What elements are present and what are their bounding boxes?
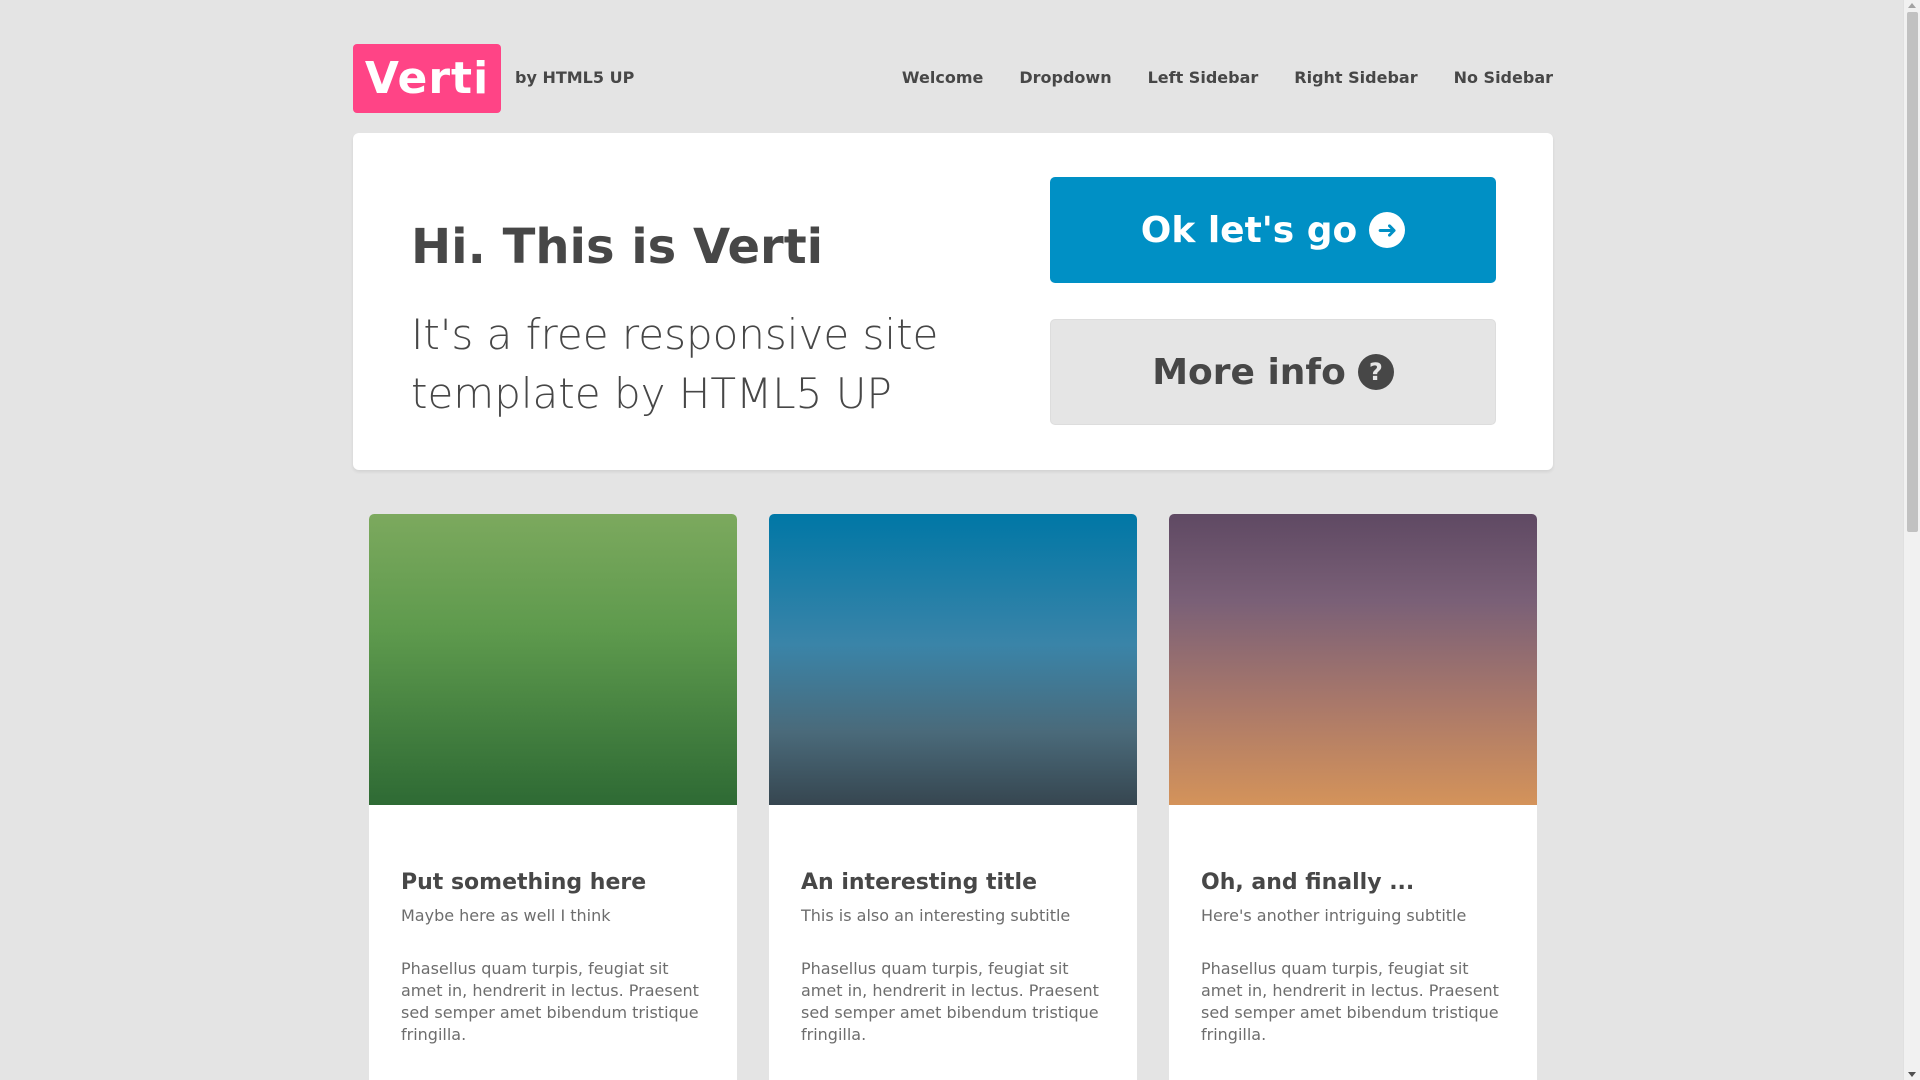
banner-subtitle: It's a free responsive site template by …: [411, 310, 939, 418]
card-subtitle: Here's another intriguing subtitle: [1201, 906, 1467, 925]
vertical-scrollbar[interactable]: [1903, 0, 1920, 1080]
logo-text: Verti: [364, 53, 490, 104]
card-title: Oh, and finally ...: [1201, 870, 1415, 895]
scroll-down-icon[interactable]: [1908, 1072, 1916, 1077]
nav-item-welcome[interactable]: Welcome: [902, 68, 983, 87]
nav-item-no-sidebar[interactable]: No Sidebar: [1454, 68, 1553, 87]
byline: by HTML5 UP: [515, 68, 635, 87]
main-nav: Welcome Dropdown Left Sidebar Right Side…: [866, 68, 1553, 87]
site-header: Verti by HTML5 UP Welcome Dropdown Left …: [353, 44, 1553, 113]
card-title: An interesting title: [801, 870, 1038, 895]
feature-card: An interesting title This is also an int…: [769, 514, 1137, 1080]
scroll-thumb[interactable]: [1907, 12, 1918, 532]
ok-lets-go-label: Ok let's go: [1140, 209, 1358, 251]
card-title: Put something here: [401, 870, 647, 895]
question-circle-icon: ?: [1357, 354, 1394, 390]
nav-item-right-sidebar[interactable]: Right Sidebar: [1294, 68, 1417, 87]
more-info-button[interactable]: More info ?: [1050, 319, 1496, 425]
ok-lets-go-button[interactable]: Ok let's go ➜: [1050, 177, 1496, 283]
feature-card: Put something here Maybe here as well I …: [369, 514, 737, 1080]
arrow-right-circle-icon: ➜: [1369, 212, 1406, 248]
nav-item-dropdown[interactable]: Dropdown: [1019, 68, 1111, 87]
card-body: Phasellus quam turpis, feugiat sit amet …: [1201, 959, 1499, 1044]
feature-card: Oh, and finally ... Here's another intri…: [1169, 514, 1537, 1080]
banner: Hi. This is Verti It's a free responsive…: [353, 133, 1553, 470]
card-image[interactable]: [369, 514, 737, 805]
card-body: Phasellus quam turpis, feugiat sit amet …: [801, 959, 1099, 1044]
card-image[interactable]: [1169, 514, 1537, 805]
card-body: Phasellus quam turpis, feugiat sit amet …: [401, 959, 699, 1044]
card-image[interactable]: [769, 514, 1137, 805]
banner-title: Hi. This is Verti: [411, 219, 824, 275]
logo[interactable]: Verti: [353, 44, 501, 113]
nav-item-left-sidebar[interactable]: Left Sidebar: [1148, 68, 1259, 87]
card-subtitle: This is also an interesting subtitle: [801, 906, 1071, 925]
scroll-up-icon[interactable]: [1908, 3, 1916, 8]
more-info-label: More info: [1152, 351, 1346, 393]
card-subtitle: Maybe here as well I think: [401, 906, 611, 925]
